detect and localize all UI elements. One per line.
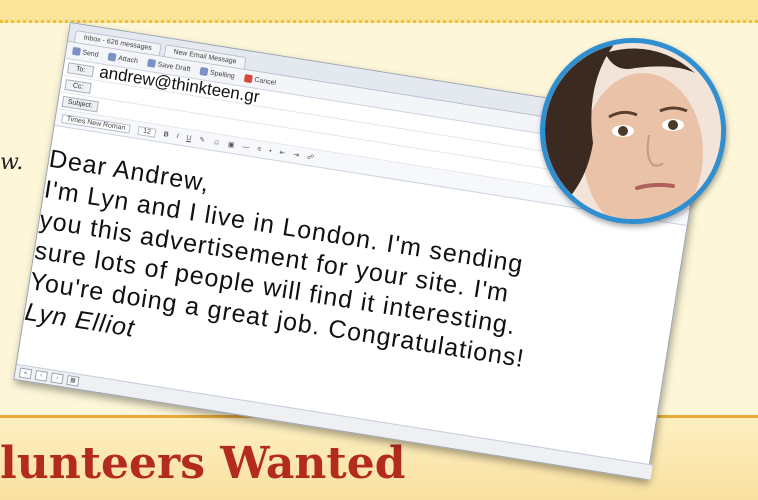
spelling-label: Spelling (209, 69, 236, 80)
avatar (540, 38, 726, 224)
cc-button[interactable]: Cc: (64, 78, 92, 94)
image-icon[interactable]: ▣ (227, 140, 235, 149)
font-size-select[interactable]: 12 (137, 125, 157, 138)
top-band (0, 0, 758, 23)
horizontal-rule-icon[interactable]: — (242, 143, 250, 151)
spellcheck-icon (199, 67, 209, 77)
prev-page-icon[interactable]: ‹ (34, 369, 48, 382)
bullet-list-icon[interactable]: • (269, 147, 273, 154)
next-page-icon[interactable]: › (50, 372, 64, 385)
first-page-icon[interactable]: « (18, 367, 33, 380)
cancel-label: Cancel (253, 76, 277, 87)
left-text-fragment: w. (0, 150, 24, 175)
emoticon-icon[interactable]: ☺ (212, 138, 220, 146)
paperclip-icon (107, 52, 117, 62)
to-button[interactable]: To: (67, 61, 95, 77)
headline: lunteers Wanted (0, 438, 406, 489)
save-icon (147, 58, 157, 68)
underline-icon[interactable]: U (186, 134, 192, 142)
link-icon[interactable]: ☍ (306, 153, 314, 162)
attach-label: Attach (117, 54, 139, 65)
indent-icon[interactable]: ⇥ (293, 151, 300, 160)
send-button[interactable]: Send (71, 46, 100, 59)
italic-icon[interactable]: I (176, 133, 179, 140)
bold-icon[interactable]: B (163, 131, 169, 139)
numbered-list-icon[interactable]: ≡ (257, 145, 262, 153)
text-color-icon[interactable]: ✎ (199, 136, 206, 145)
calendar-icon[interactable]: ▦ (66, 374, 80, 387)
send-icon (71, 46, 82, 56)
portrait-image (545, 43, 721, 219)
send-label: Send (81, 48, 100, 59)
outdent-icon[interactable]: ⇤ (279, 148, 286, 157)
cancel-icon (243, 74, 254, 84)
subject-label: Subject: (61, 95, 99, 112)
